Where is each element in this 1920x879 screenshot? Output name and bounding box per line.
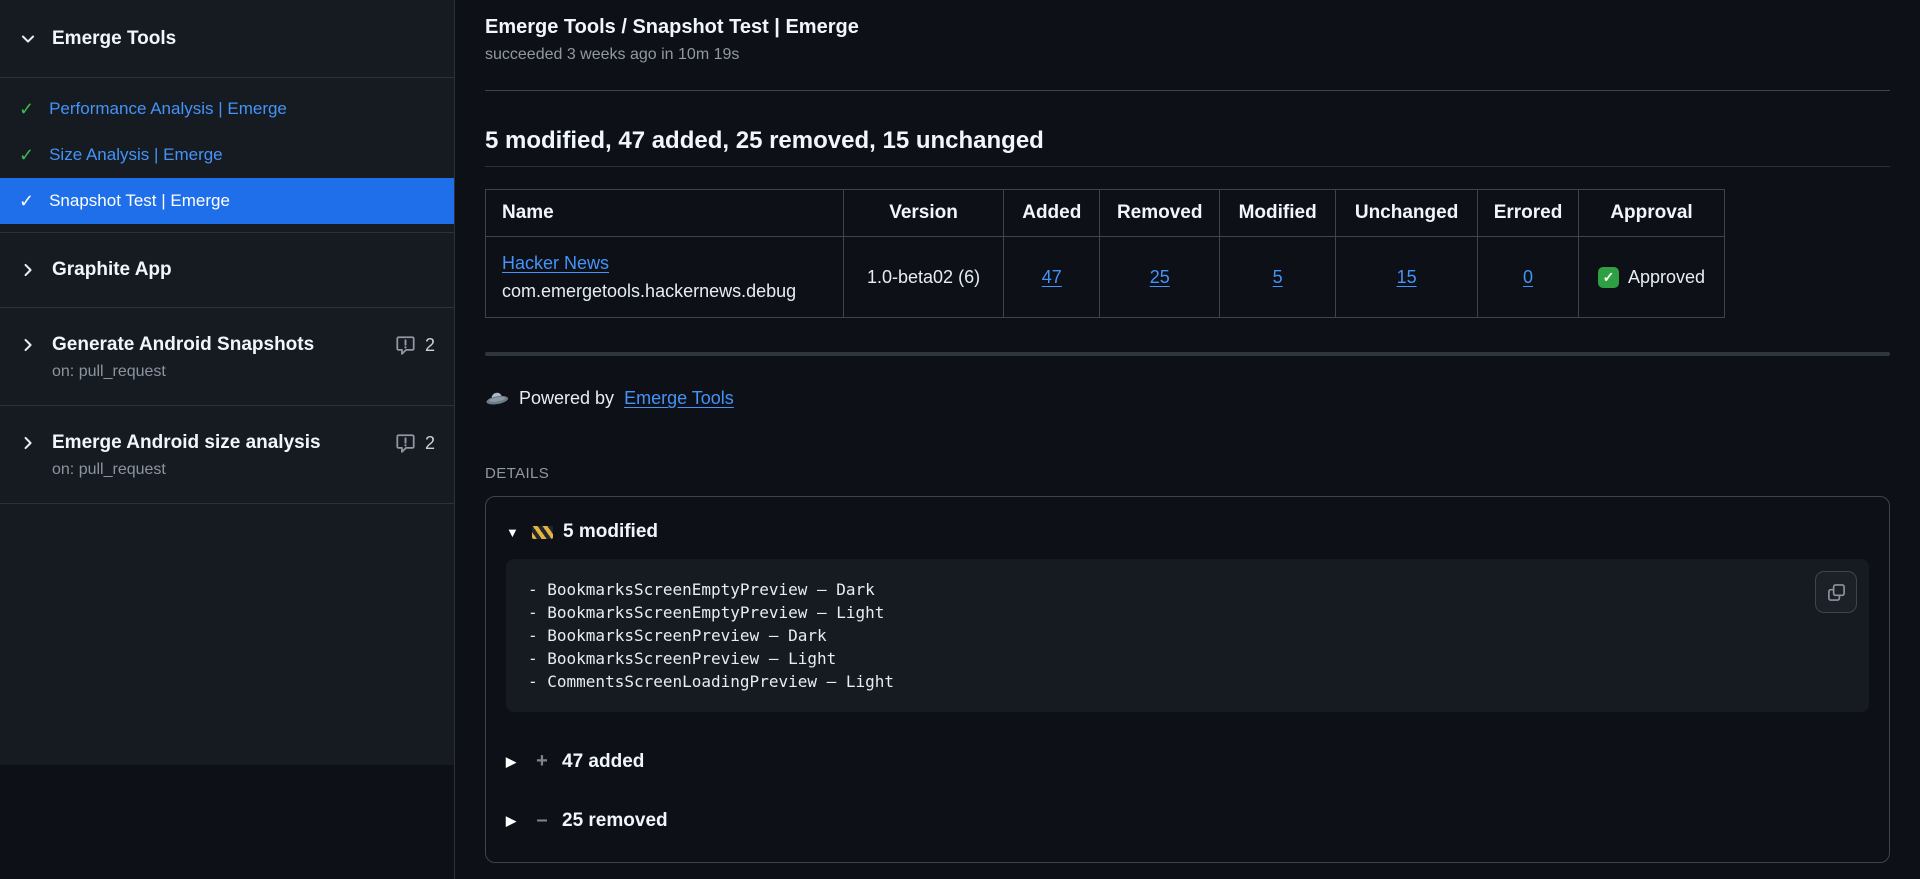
table-row: Hacker News com.emergetools.hackernews.d…	[485, 236, 1725, 318]
col-header-approval: Approval	[1578, 189, 1725, 237]
construction-icon	[532, 525, 553, 539]
job-label: Performance Analysis | Emerge	[49, 99, 287, 118]
jobs-sidebar: Emerge Tools ✓ Performance Analysis | Em…	[0, 0, 455, 879]
chevron-right-icon	[19, 336, 37, 354]
col-header-added: Added	[1003, 189, 1101, 237]
sidebar-item-performance-analysis[interactable]: ✓ Performance Analysis | Emerge	[0, 86, 454, 132]
emerge-tools-link[interactable]: Emerge Tools	[624, 388, 734, 409]
chevron-down-icon	[19, 30, 37, 48]
copy-icon	[1827, 583, 1845, 601]
snapshot-summary-heading: 5 modified, 47 added, 25 removed, 15 unc…	[485, 127, 1890, 167]
workflow-trigger: on: pull_request	[52, 363, 166, 380]
job-label: Snapshot Test | Emerge	[49, 191, 230, 210]
section-divider	[485, 352, 1890, 356]
workflow-item-label: Emerge Android size analysis	[52, 432, 321, 453]
modified-snapshot-lines: - BookmarksScreenEmptyPreview — Dark - B…	[528, 580, 895, 691]
chevron-right-icon	[19, 261, 37, 279]
workflow-trigger: on: pull_request	[52, 461, 166, 478]
plus-icon: +	[536, 750, 548, 772]
removed-group-title: 25 removed	[562, 809, 668, 831]
added-cell: 47	[1003, 236, 1101, 318]
unchanged-count-link[interactable]: 15	[1397, 267, 1417, 287]
col-header-version: Version	[842, 189, 1005, 237]
col-header-modified: Modified	[1219, 189, 1337, 237]
details-panel: ▼ 5 modified - BookmarksScreenEmptyPrevi…	[485, 496, 1890, 863]
added-group-title: 47 added	[562, 750, 645, 772]
col-header-unchanged: Unchanged	[1335, 189, 1479, 237]
chevron-right-icon	[19, 434, 37, 452]
errored-cell: 0	[1477, 236, 1580, 318]
annotation-count: 2	[424, 432, 435, 453]
minus-icon: –	[536, 809, 548, 831]
sidebar-item-snapshot-test[interactable]: ✓ Snapshot Test | Emerge	[0, 178, 454, 224]
errored-count-link[interactable]: 0	[1523, 267, 1533, 287]
col-header-name: Name	[485, 189, 844, 237]
snapshot-diff-table: Name Version Added Removed Modified Unch…	[485, 189, 1725, 318]
workflow-item-label: Generate Android Snapshots	[52, 334, 315, 355]
annotations-badge: 2	[395, 335, 435, 356]
success-check-icon: ✓	[19, 190, 35, 211]
approval-status-label: Approved	[1627, 267, 1706, 287]
version-cell: 1.0-beta02 (6)	[842, 236, 1005, 318]
col-header-errored: Errored	[1477, 189, 1580, 237]
annotation-comment-icon	[395, 335, 416, 356]
modified-cell: 5	[1219, 236, 1337, 318]
powered-by-text: Powered by	[519, 388, 615, 408]
ufo-icon	[484, 389, 510, 408]
sidebar-item-emerge-android-size-analysis[interactable]: Emerge Android size analysis 2 on: pull_…	[0, 406, 454, 504]
triangle-right-icon: ▶	[506, 753, 516, 769]
table-header-row: Name Version Added Removed Modified Unch…	[485, 189, 1725, 237]
triangle-right-icon: ▶	[506, 812, 516, 828]
modified-count-link[interactable]: 5	[1273, 267, 1283, 287]
group-label: Graphite App	[52, 259, 172, 280]
annotations-badge: 2	[395, 433, 435, 454]
sidebar-item-graphite-app[interactable]: Graphite App	[0, 233, 454, 308]
modified-snapshot-list: - BookmarksScreenEmptyPreview — Dark - B…	[506, 559, 1869, 712]
triangle-down-icon: ▼	[506, 524, 519, 540]
sidebar-item-size-analysis[interactable]: ✓ Size Analysis | Emerge	[0, 132, 454, 178]
success-check-icon: ✓	[19, 98, 35, 119]
powered-by: Powered by Emerge Tools	[485, 388, 1890, 409]
copy-button[interactable]	[1815, 571, 1857, 613]
added-group-toggle[interactable]: ▶ + 47 added	[506, 750, 1869, 773]
job-label: Size Analysis | Emerge	[49, 145, 223, 164]
success-check-icon: ✓	[19, 144, 35, 165]
removed-cell: 25	[1099, 236, 1221, 318]
run-header: Emerge Tools / Snapshot Test | Emerge su…	[485, 0, 1890, 91]
job-list: ✓ Performance Analysis | Emerge ✓ Size A…	[0, 78, 454, 233]
approval-cell: ✓ Approved	[1578, 236, 1725, 318]
modified-group-title: 5 modified	[563, 521, 659, 542]
workflow-summary-toggle[interactable]: Emerge Tools	[0, 0, 454, 78]
run-status-subtitle: succeeded 3 weeks ago in 10m 19s	[485, 46, 740, 63]
approved-check-icon: ✓	[1597, 267, 1619, 288]
removed-count-link[interactable]: 25	[1150, 267, 1170, 287]
annotation-comment-icon	[395, 433, 416, 454]
annotation-count: 2	[424, 334, 435, 355]
removed-group-toggle[interactable]: ▶ – 25 removed	[506, 809, 1869, 832]
modified-group-toggle[interactable]: ▼ 5 modified	[506, 521, 1869, 543]
details-section-label: DETAILS	[485, 465, 550, 482]
jobs-sidebar-panel: Emerge Tools ✓ Performance Analysis | Em…	[0, 0, 454, 765]
bundle-id: com.emergetools.hackernews.debug	[502, 281, 797, 301]
added-count-link[interactable]: 47	[1042, 267, 1062, 287]
workflow-name: Emerge Tools	[52, 27, 177, 49]
run-summary-main: Emerge Tools / Snapshot Test | Emerge su…	[455, 0, 1920, 879]
sidebar-item-generate-android-snapshots[interactable]: Generate Android Snapshots 2 on: pull_re…	[0, 308, 454, 406]
unchanged-cell: 15	[1335, 236, 1479, 318]
app-name-link[interactable]: Hacker News	[502, 253, 609, 273]
col-header-removed: Removed	[1099, 189, 1221, 237]
run-title: Emerge Tools / Snapshot Test | Emerge	[485, 16, 859, 38]
app-name-cell: Hacker News com.emergetools.hackernews.d…	[485, 236, 844, 318]
